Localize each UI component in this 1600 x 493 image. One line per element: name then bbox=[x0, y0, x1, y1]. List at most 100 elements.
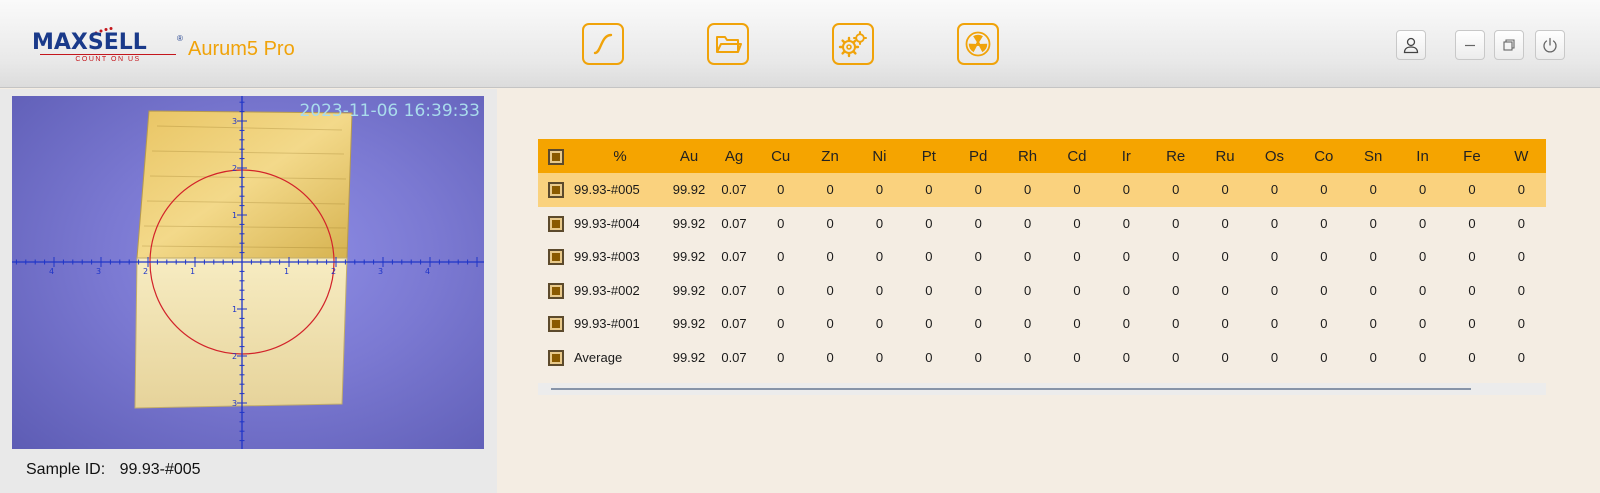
value-cell: 0 bbox=[1002, 173, 1053, 207]
value-cell: 0 bbox=[1418, 316, 1427, 332]
column-header[interactable]: Rh bbox=[1002, 139, 1053, 173]
value-cell: 0 bbox=[1320, 215, 1328, 231]
value-cell: 0 bbox=[1221, 316, 1229, 332]
value-cell: 0 bbox=[1369, 282, 1377, 298]
value-cell: 0 bbox=[953, 173, 1003, 207]
column-header[interactable]: % bbox=[574, 139, 666, 173]
sample-name-cell: 99.93-#001 bbox=[574, 316, 640, 332]
table-row[interactable]: 99.93-#004 99.92 0.07 0 0 0 0 0 0 0 0 0 0 0 0 0 0 0 0 bbox=[538, 207, 1546, 241]
column-header[interactable]: Pt bbox=[904, 139, 954, 173]
row-select-cell bbox=[538, 307, 574, 341]
maxsell-logo: MAXSELL ® COUNT ON US bbox=[32, 27, 188, 64]
curve-icon bbox=[593, 33, 613, 55]
power-button[interactable] bbox=[1535, 30, 1565, 60]
row-checkbox[interactable] bbox=[548, 182, 564, 199]
row-select-cell bbox=[538, 207, 574, 241]
column-header[interactable]: Re bbox=[1151, 139, 1201, 173]
column-header[interactable]: Cu bbox=[756, 139, 806, 173]
value-cell: 0 bbox=[974, 215, 982, 231]
value-cell: 0.07 bbox=[721, 349, 747, 365]
row-checkbox[interactable] bbox=[548, 215, 564, 232]
y-tick-label: 1 bbox=[232, 305, 237, 314]
x-tick-label: 3 bbox=[378, 267, 383, 276]
column-header[interactable]: Sn bbox=[1348, 139, 1398, 173]
logo-registered-mark: ® bbox=[177, 34, 183, 43]
value-cell: 0.07 bbox=[712, 173, 756, 207]
value-cell: 0 bbox=[1221, 282, 1229, 298]
value-cell: 0 bbox=[875, 249, 884, 265]
column-header[interactable]: Co bbox=[1299, 139, 1349, 173]
column-header[interactable]: Os bbox=[1249, 139, 1300, 173]
minimize-button[interactable] bbox=[1455, 30, 1485, 60]
column-header[interactable]: Ag bbox=[712, 139, 756, 173]
radiation-icon bbox=[965, 31, 991, 57]
radiation-button[interactable] bbox=[957, 23, 999, 65]
row-checkbox[interactable] bbox=[548, 316, 564, 333]
table-row[interactable]: 99.93-#005 99.92 0.07 0 0 0 0 0 0 0 0 0 0 0 0 0 0 0 0 bbox=[538, 173, 1546, 207]
user-button[interactable] bbox=[1396, 30, 1426, 60]
value-cell: 0.07 bbox=[721, 282, 747, 298]
column-header[interactable]: Au bbox=[666, 139, 712, 173]
row-select-cell bbox=[538, 341, 574, 375]
value-cell: 0 bbox=[925, 282, 933, 298]
scrollbar-thumb[interactable] bbox=[551, 388, 1471, 390]
value-cell: 0 bbox=[777, 282, 785, 298]
y-tick-label: 2 bbox=[232, 164, 237, 173]
select-all-checkbox[interactable] bbox=[548, 148, 564, 165]
camera-overlay: 4 3 2 1 1 2 3 4 3 2 1 1 2 3 bbox=[12, 96, 484, 449]
camera-view[interactable]: 4 3 2 1 1 2 3 4 3 2 1 1 2 3 2023-11-06 16:39:33 bbox=[12, 96, 484, 449]
value-cell: 0 bbox=[1369, 349, 1377, 365]
power-icon bbox=[1543, 37, 1557, 53]
value-cell: 0 bbox=[1270, 282, 1279, 298]
value-cell: 0 bbox=[1073, 215, 1081, 231]
open-folder-button[interactable] bbox=[707, 23, 749, 65]
column-header[interactable]: In bbox=[1397, 139, 1448, 173]
settings-button[interactable] bbox=[832, 23, 874, 65]
sample-id-value: 99.93-#005 bbox=[119, 461, 201, 478]
value-cell: 0 bbox=[974, 249, 982, 265]
row-checkbox[interactable] bbox=[548, 249, 564, 266]
x-tick-label: 1 bbox=[190, 267, 195, 276]
column-header[interactable]: Cd bbox=[1052, 139, 1102, 173]
column-header[interactable]: Ir bbox=[1101, 139, 1151, 173]
value-cell: 0 bbox=[1397, 173, 1448, 207]
x-tick-label: 4 bbox=[49, 267, 54, 276]
column-header[interactable]: Pd bbox=[953, 139, 1003, 173]
restore-button[interactable] bbox=[1494, 30, 1524, 60]
value-cell: 0 bbox=[1172, 249, 1180, 265]
horizontal-scrollbar[interactable] bbox=[538, 383, 1546, 395]
column-header[interactable]: Zn bbox=[805, 139, 855, 173]
table-row[interactable]: 99.93-#002 99.92 0.07 0 0 0 0 0 0 0 0 0 0 0 0 0 0 0 0 bbox=[538, 274, 1546, 308]
value-cell: 0 bbox=[1172, 282, 1180, 298]
calibration-curve-button[interactable] bbox=[582, 23, 624, 65]
column-header[interactable]: W bbox=[1496, 139, 1546, 173]
column-header[interactable]: Ni bbox=[854, 139, 905, 173]
sample-id-label: Sample ID: bbox=[26, 461, 106, 478]
y-tick-label: 1 bbox=[232, 211, 237, 220]
value-cell: 0 bbox=[925, 316, 933, 332]
column-header[interactable]: Fe bbox=[1447, 139, 1497, 173]
value-cell: 0 bbox=[1200, 173, 1250, 207]
row-checkbox[interactable] bbox=[548, 282, 564, 299]
value-cell: 0 bbox=[1122, 249, 1130, 265]
column-header[interactable]: Ru bbox=[1200, 139, 1250, 173]
value-cell: 0 bbox=[974, 316, 982, 332]
value-cell: 0 bbox=[1270, 215, 1279, 231]
value-cell: 0 bbox=[1052, 173, 1102, 207]
sample-name-cell: 99.93-#002 bbox=[574, 282, 640, 298]
value-cell: 0 bbox=[826, 249, 834, 265]
value-cell: 0 bbox=[805, 173, 855, 207]
top-bar: MAXSELL ® COUNT ON US Aurum5 Pro bbox=[0, 0, 1600, 88]
user-icon bbox=[1403, 37, 1419, 54]
value-cell: 0 bbox=[1221, 349, 1229, 365]
value-cell: 0 bbox=[1369, 249, 1377, 265]
row-checkbox[interactable] bbox=[548, 349, 564, 366]
x-tick-label: 4 bbox=[425, 267, 430, 276]
table-row[interactable]: 99.93-#001 99.92 0.07 0 0 0 0 0 0 0 0 0 0 0 0 0 0 0 0 bbox=[538, 307, 1546, 341]
value-cell: 0 bbox=[925, 215, 933, 231]
results-table: % Au Ag Cu Zn Ni Pt Pd Rh Cd Ir Re Ru Os Co Sn In Fe W 99.… bbox=[538, 139, 1546, 374]
value-cell: 0 bbox=[1221, 215, 1229, 231]
table-row[interactable]: Average 99.92 0.07 0 0 0 0 0 0 0 0 0 0 0 0 0 0 0 0 bbox=[538, 341, 1546, 375]
table-row[interactable]: 99.93-#003 99.92 0.07 0 0 0 0 0 0 0 0 0 0 0 0 0 0 0 0 bbox=[538, 240, 1546, 274]
value-cell: 0 bbox=[1418, 349, 1427, 365]
